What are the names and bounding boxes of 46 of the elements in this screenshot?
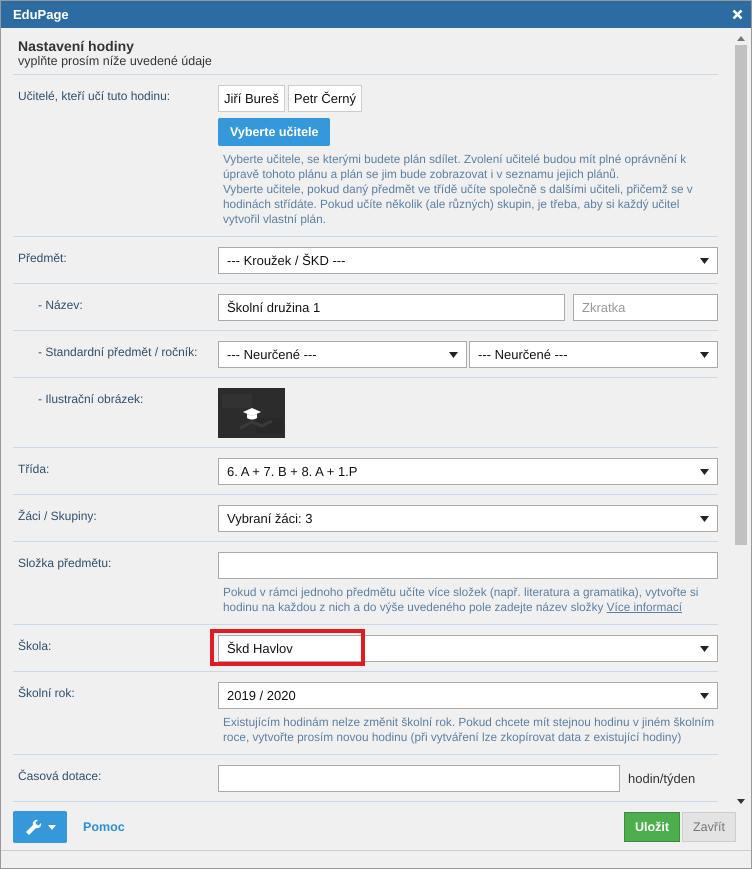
section-subtitle: vyplňte prosím níže uvedené údaje (18, 54, 213, 68)
window-title: EduPage (13, 7, 69, 22)
name-input[interactable]: Školní družina 1 (218, 294, 565, 321)
field-label: Škola: (18, 639, 52, 653)
wrench-icon (24, 819, 42, 835)
dropdown-caret-icon (700, 516, 709, 522)
help-text: Vyberte učitele, pokud daný předmět ve třídě učíte společně s dalšími učiteli, přičemž se v hodinách střídáte. Pokud učíte několik (ale různých) skupin, je třeba, aby si každý učitel vytvořil vlastní plán. (223, 182, 694, 227)
help-text: Vyberte učitele, se kterými budete plán sdílet. Zvolení učitelé budou mít plné oprávnění k úpravě tohoto plánu a plán se jim bude zobrazovat i v seznamu jejich plánů. (223, 152, 688, 182)
text-input[interactable] (218, 765, 620, 792)
dropdown-caret-icon (449, 352, 458, 358)
dropdown-caret-icon (700, 258, 709, 264)
teacher-chip: Petr Černý (288, 85, 362, 112)
help-text: Pokud v rámci jednoho předmětu učíte více složek (např. literatura a gramatika), vytvořte si hodinu na každou z nich a do výše uvedeného pole zadejte název složky Více informací (223, 585, 700, 615)
section-title: Nastavení hodiny (18, 38, 135, 54)
field-label: Žáci / Skupiny: (18, 509, 97, 523)
text-input[interactable] (218, 552, 718, 579)
field-label: - Standardní předmět / ročník: (38, 345, 198, 359)
unit-label: hodin/týden (628, 771, 696, 786)
field-label: Třída: (18, 462, 50, 476)
dropdown[interactable]: --- Kroužek / ŠKD --- (218, 247, 718, 274)
dropdown[interactable]: 6. A + 7. B + 8. A + 1.P (218, 458, 718, 485)
dropdown[interactable]: --- Neurčené --- (218, 341, 467, 368)
dropdown[interactable]: 2019 / 2020 (218, 682, 718, 709)
field-label: Učitelé, kteří učí tuto hodinu: (18, 89, 170, 103)
tools-menu-button[interactable] (13, 811, 67, 843)
scroll-down-arrow-icon[interactable] (736, 799, 744, 804)
field-label: Složka předmětu: (18, 556, 112, 570)
field-label: Školní rok: (18, 686, 75, 700)
dropdown[interactable]: --- Neurčené --- (469, 341, 718, 368)
field-label: - Ilustrační obrázek: (38, 392, 144, 406)
abbreviation-input[interactable]: Zkratka (573, 294, 718, 321)
dropdown[interactable]: Škd Havlov (218, 635, 718, 662)
teacher-chip: Jiří Bureš (218, 85, 285, 112)
more-info-link[interactable]: Více informací (606, 600, 682, 614)
caret-icon (48, 824, 56, 830)
field-label: Časová dotace: (18, 769, 102, 783)
scroll-up-arrow-icon[interactable] (736, 36, 744, 41)
dropdown-caret-icon (700, 468, 709, 474)
dropdown-caret-icon (700, 646, 709, 652)
dropdown-caret-icon (700, 352, 709, 358)
help-text: Existujícím hodinám nelze změnit školní rok. Pokud chcete mít stejnou hodinu v jiném školním roce, vytvořte prosím novou hodinu (při vytváření lze zkopírovat data z existující hodiny) (223, 715, 715, 745)
field-label: Předmět: (18, 251, 67, 265)
field-label: - Název: (38, 298, 83, 312)
dropdown-caret-icon (700, 692, 709, 698)
dropdown[interactable]: Vybraní žáci: 3 (218, 505, 718, 532)
close-icon[interactable] (732, 9, 743, 20)
